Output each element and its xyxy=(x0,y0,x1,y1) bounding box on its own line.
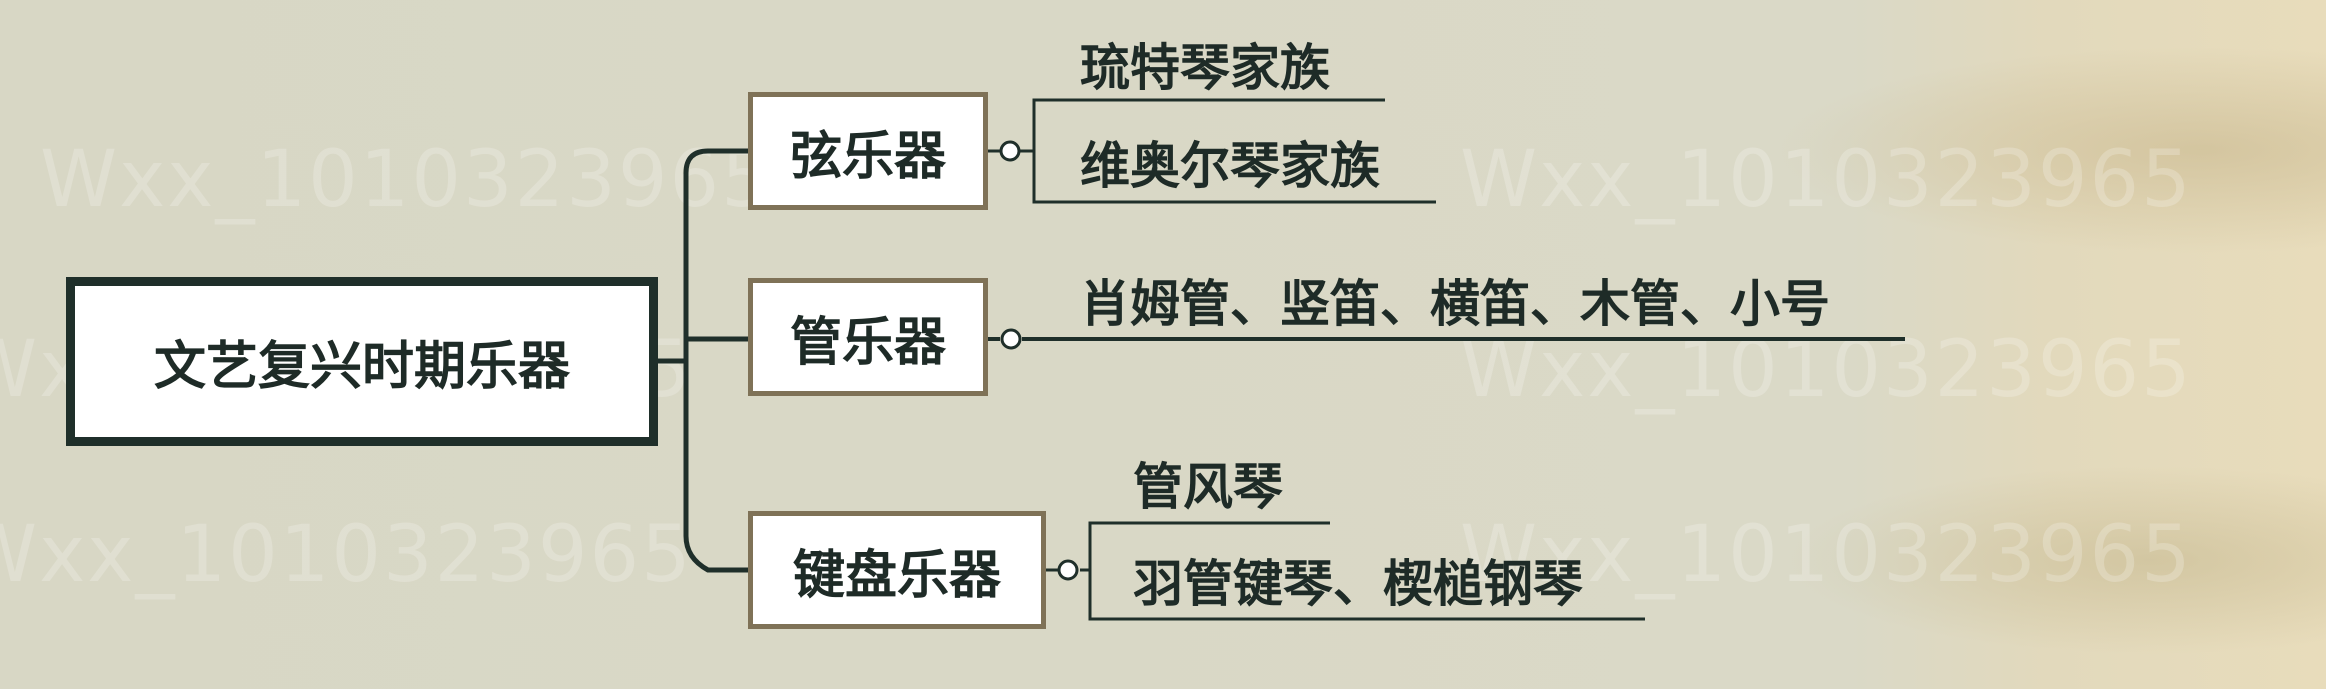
trunk-connector xyxy=(683,148,748,573)
root-node[interactable]: 文艺复兴时期乐器 xyxy=(66,277,658,446)
leaf-node-viol-family[interactable]: 维奥尔琴家族 xyxy=(1080,126,1380,198)
branch-node-strings[interactable]: 弦乐器 xyxy=(748,92,988,210)
leaf-node-wind-instruments[interactable]: 肖姆管、竖笛、横笛、木管、小号 xyxy=(1080,264,1830,336)
branch-node-keyboards[interactable]: 键盘乐器 xyxy=(748,511,1046,629)
branch-node-winds[interactable]: 管乐器 xyxy=(748,278,988,396)
leaf-node-organ[interactable]: 管风琴 xyxy=(1133,447,1283,519)
collapse-toggle-icon xyxy=(999,140,1021,162)
mind-map-canvas: Wxx_1010323965 Wxx_1010323965 Wxx_101032… xyxy=(0,0,2326,689)
collapse-toggle-icon xyxy=(1000,328,1022,350)
collapse-toggle-icon xyxy=(1057,559,1079,581)
leaf-node-lute-family[interactable]: 琉特琴家族 xyxy=(1080,28,1330,100)
leaf-node-harpsichord-piano[interactable]: 羽管键琴、楔槌钢琴 xyxy=(1133,544,1583,616)
